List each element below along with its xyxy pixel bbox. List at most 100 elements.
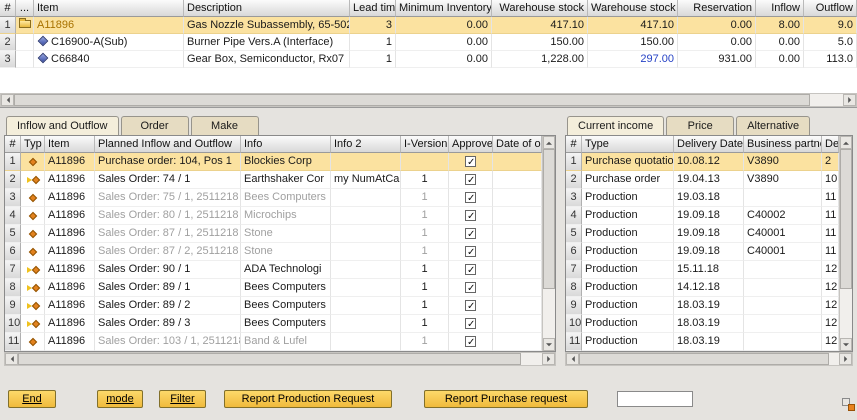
tab-order[interactable]: Order (121, 116, 189, 135)
row-number[interactable]: 7 (566, 261, 582, 279)
row-number[interactable]: 1 (5, 153, 21, 171)
item-code-cell[interactable]: A11896 (34, 17, 184, 34)
row-number[interactable]: 3 (566, 189, 582, 207)
approved-cell[interactable] (449, 207, 493, 225)
item-code-cell[interactable]: C66840 (34, 51, 184, 68)
item-tree-cell[interactable] (16, 17, 34, 34)
approved-cell[interactable] (449, 243, 493, 261)
row-number[interactable]: 6 (5, 243, 21, 261)
scroll-left-button[interactable] (5, 353, 18, 365)
approved-checkbox[interactable] (465, 228, 476, 239)
end-button[interactable]: End (8, 390, 56, 408)
row-number[interactable]: 5 (5, 225, 21, 243)
inflow-outflow-row[interactable]: 8 A11896 Sales Order: 89 / 1 Bees Comput… (5, 279, 542, 297)
item-code-link[interactable]: A11896 (37, 19, 74, 31)
scroll-down-button[interactable] (543, 338, 555, 351)
item-tree-cell[interactable] (16, 34, 34, 51)
current-income-row[interactable]: 5 Production 19.09.18 C40001 11 (566, 225, 839, 243)
scroll-right-button[interactable] (542, 353, 555, 365)
approved-cell[interactable] (449, 153, 493, 171)
current-income-row[interactable]: 1 Purchase quotatio 10.08.12 V3890 2 (566, 153, 839, 171)
inflow-outflow-row[interactable]: 4 A11896 Sales Order: 80 / 1, 2511218 Mi… (5, 207, 542, 225)
tab-make[interactable]: Make (191, 116, 259, 135)
row-number[interactable]: 10 (5, 315, 21, 333)
approved-checkbox[interactable] (465, 318, 476, 329)
left-horizontal-scrollbar[interactable] (4, 352, 556, 366)
inventory-item-row[interactable]: 2 C16900-A(Sub) Burner Pipe Vers.A (Inte… (0, 34, 857, 51)
item-code-link[interactable]: C16900-A(Sub) (51, 36, 127, 48)
scrollbar-thumb[interactable] (14, 94, 810, 106)
scroll-left-button[interactable] (1, 94, 14, 106)
approved-checkbox[interactable] (465, 156, 476, 167)
warehouse-stock-2-value[interactable]: 297.00 (588, 51, 678, 68)
approved-checkbox[interactable] (465, 282, 476, 293)
row-number[interactable]: 10 (566, 315, 582, 333)
scroll-left-button[interactable] (566, 353, 579, 365)
inventory-item-row[interactable]: 1 A11896 Gas Nozzle Subassembly, 65-5025… (0, 17, 857, 34)
scrollbar-track[interactable] (14, 94, 843, 106)
filter-button[interactable]: Filter (159, 390, 206, 408)
approved-checkbox[interactable] (465, 192, 476, 203)
approved-cell[interactable] (449, 279, 493, 297)
row-number[interactable]: 2 (0, 34, 16, 51)
scrollbar-thumb[interactable] (579, 353, 829, 365)
row-number[interactable]: 2 (566, 171, 582, 189)
current-income-row[interactable]: 2 Purchase order 19.04.13 V3890 10 (566, 171, 839, 189)
current-income-row[interactable]: 9 Production 18.03.19 12 (566, 297, 839, 315)
tab-price[interactable]: Price (666, 116, 734, 135)
inflow-outflow-row[interactable]: 10 A11896 Sales Order: 89 / 3 Bees Compu… (5, 315, 542, 333)
scrollbar-thumb[interactable] (18, 353, 521, 365)
tab-inflow-and-outflow[interactable]: Inflow and Outflow (6, 116, 119, 135)
scroll-up-button[interactable] (543, 136, 555, 149)
row-number[interactable]: 11 (5, 333, 21, 351)
report-purchase-request-button[interactable]: Report Purchase request (424, 390, 588, 408)
item-code-link[interactable]: C66840 (51, 53, 90, 65)
scroll-right-button[interactable] (843, 94, 856, 106)
current-income-row[interactable]: 4 Production 19.09.18 C40002 11 (566, 207, 839, 225)
item-tree-cell[interactable] (16, 51, 34, 68)
current-income-row[interactable]: 7 Production 15.11.18 12 (566, 261, 839, 279)
left-vertical-scrollbar[interactable] (542, 136, 555, 351)
scrollbar-thumb[interactable] (543, 149, 555, 289)
inflow-outflow-row[interactable]: 3 A11896 Sales Order: 75 / 1, 2511218 Be… (5, 189, 542, 207)
approved-checkbox[interactable] (465, 246, 476, 257)
approved-checkbox[interactable] (465, 174, 476, 185)
inflow-outflow-row[interactable]: 1 A11896 Purchase order: 104, Pos 1 Bloc… (5, 153, 542, 171)
approved-checkbox[interactable] (465, 336, 476, 347)
row-number[interactable]: 9 (5, 297, 21, 315)
row-number[interactable]: 11 (566, 333, 582, 351)
layout-grip-icon[interactable] (842, 398, 855, 411)
scrollbar-thumb[interactable] (840, 149, 852, 289)
row-number[interactable]: 3 (0, 51, 16, 68)
scrollbar-track[interactable] (543, 149, 555, 338)
right-vertical-scrollbar[interactable] (839, 136, 852, 351)
approved-checkbox[interactable] (465, 300, 476, 311)
footer-input[interactable] (617, 391, 693, 407)
scroll-down-button[interactable] (840, 338, 852, 351)
mode-button[interactable]: mode (97, 390, 143, 408)
current-income-row[interactable]: 10 Production 18.03.19 12 (566, 315, 839, 333)
current-income-row[interactable]: 6 Production 19.09.18 C40001 11 (566, 243, 839, 261)
approved-checkbox[interactable] (465, 264, 476, 275)
approved-cell[interactable] (449, 261, 493, 279)
row-number[interactable]: 4 (5, 207, 21, 225)
row-number[interactable]: 6 (566, 243, 582, 261)
row-number[interactable]: 3 (5, 189, 21, 207)
current-income-row[interactable]: 8 Production 14.12.18 12 (566, 279, 839, 297)
approved-cell[interactable] (449, 333, 493, 351)
scrollbar-track[interactable] (840, 149, 852, 338)
approved-cell[interactable] (449, 189, 493, 207)
approved-cell[interactable] (449, 171, 493, 189)
warehouse-stock-2-value[interactable]: 150.00 (588, 34, 678, 51)
inflow-outflow-row[interactable]: 7 A11896 Sales Order: 90 / 1 ADA Technol… (5, 261, 542, 279)
item-code-cell[interactable]: C16900-A(Sub) (34, 34, 184, 51)
scrollbar-track[interactable] (579, 353, 839, 365)
inflow-outflow-row[interactable]: 6 A11896 Sales Order: 87 / 2, 2511218 St… (5, 243, 542, 261)
report-production-request-button[interactable]: Report Production Request (224, 390, 392, 408)
row-number[interactable]: 7 (5, 261, 21, 279)
scroll-up-button[interactable] (840, 136, 852, 149)
right-horizontal-scrollbar[interactable] (565, 352, 853, 366)
row-number[interactable]: 9 (566, 297, 582, 315)
row-number[interactable]: 8 (5, 279, 21, 297)
items-horizontal-scrollbar[interactable] (0, 93, 857, 107)
